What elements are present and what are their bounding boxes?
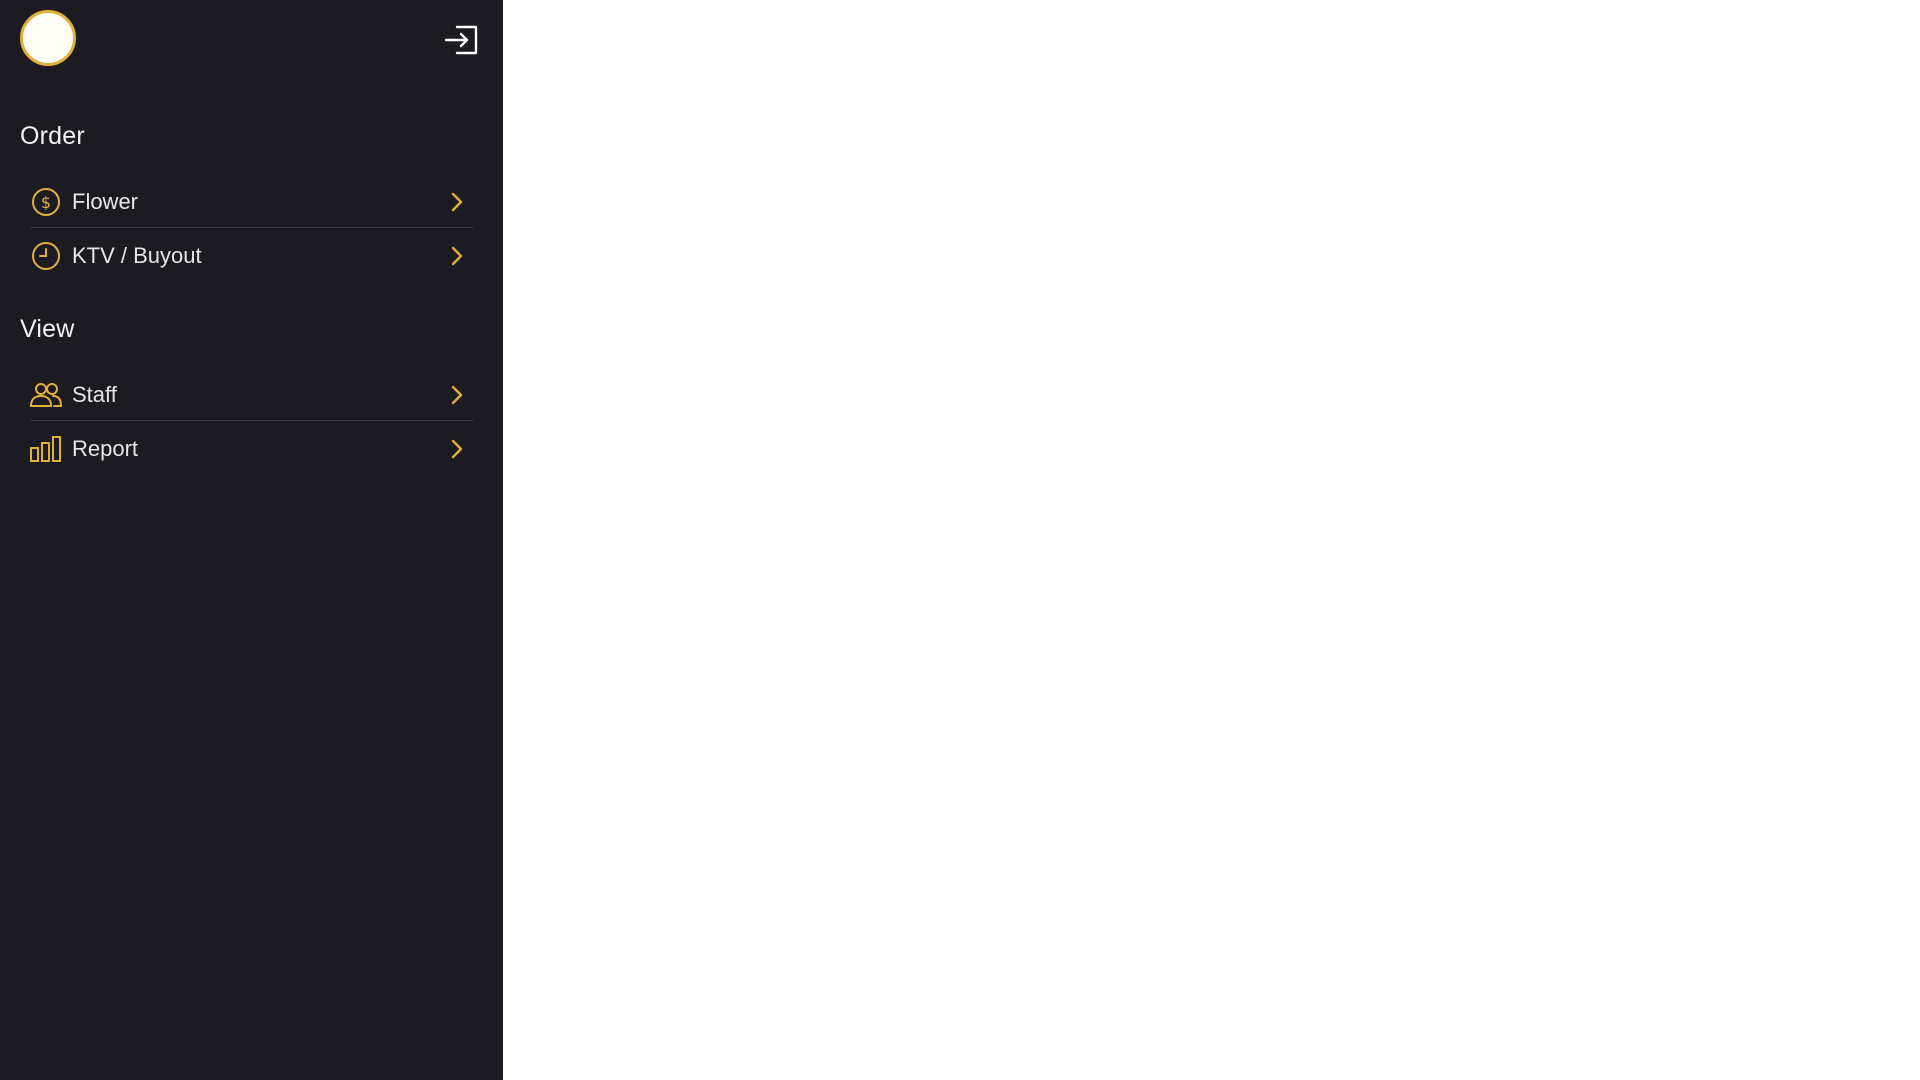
nav-item-staff[interactable]: Staff <box>30 369 473 421</box>
chevron-right-icon <box>445 244 469 268</box>
login-button[interactable] <box>440 20 484 60</box>
chevron-right-icon <box>445 383 469 407</box>
section-title-view: View <box>20 315 75 343</box>
clock-icon <box>30 240 62 272</box>
nav-item-flower[interactable]: $ Flower <box>30 176 473 228</box>
nav-item-label: Report <box>72 436 139 461</box>
nav-item-label: Flower <box>72 188 139 214</box>
sidebar: Order $ Flower KTV / Buyout View Staff R… <box>0 0 503 1080</box>
app-root: Order $ Flower KTV / Buyout View Staff R… <box>0 0 1920 1080</box>
nav-item-label: KTV / Buyout <box>72 243 202 268</box>
nav-item-label: Staff <box>72 381 117 407</box>
svg-text:$: $ <box>41 193 51 212</box>
dollar-circle-icon: $ <box>30 186 62 218</box>
chevron-right-icon <box>445 190 469 214</box>
main-content <box>503 0 1920 1080</box>
bar-chart-icon <box>30 433 62 465</box>
users-icon <box>30 379 62 411</box>
avatar[interactable] <box>20 10 76 66</box>
nav-item-report[interactable]: Report <box>30 423 473 475</box>
chevron-right-icon <box>445 437 469 461</box>
nav-item-ktv-buyout[interactable]: KTV / Buyout <box>30 230 473 282</box>
section-title-order: Order <box>20 122 85 150</box>
sign-in-icon <box>444 25 478 55</box>
